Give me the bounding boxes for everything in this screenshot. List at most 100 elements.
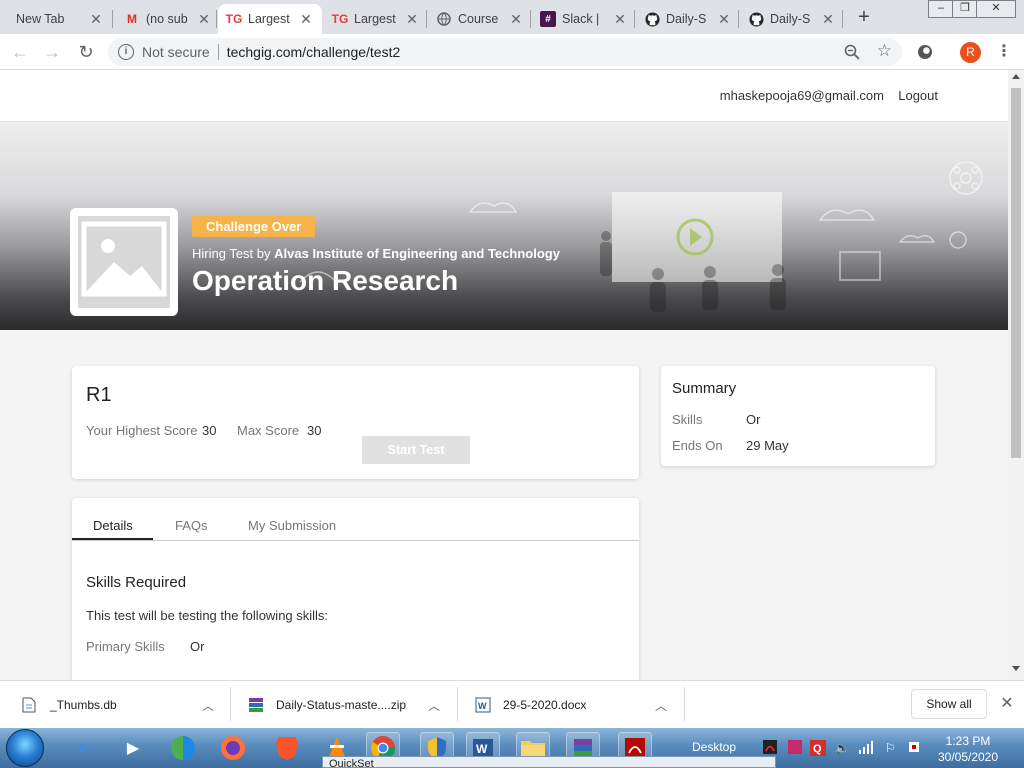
chevron-up-icon[interactable]: ︿: [428, 697, 442, 714]
acrobat-tray-icon[interactable]: [762, 740, 778, 756]
media-player-icon[interactable]: ▶: [116, 732, 150, 764]
word-doc-icon: W: [475, 697, 491, 713]
tab-faqs[interactable]: FAQs: [175, 518, 208, 533]
browser-menu-icon[interactable]: ⋮: [996, 42, 1012, 63]
show-all-button[interactable]: Show all: [911, 689, 987, 719]
system-clock[interactable]: 1:23 PM 30/05/2020: [936, 733, 1000, 765]
zoom-icon[interactable]: [844, 44, 860, 60]
address-bar[interactable]: i Not secure techgig.com/challenge/test2…: [108, 38, 902, 66]
tray-app-icon[interactable]: [787, 740, 803, 756]
skills-description: This test will be testing the following …: [86, 608, 329, 623]
tab-gmail[interactable]: M (no sub ✕: [116, 4, 220, 34]
bookmark-star-icon[interactable]: ☆: [877, 41, 892, 61]
organizer-name[interactable]: Alvas Institute of Engineering and Techn…: [274, 246, 560, 261]
close-icon[interactable]: ✕: [404, 11, 420, 28]
summary-title: Summary: [672, 380, 737, 397]
network-icon[interactable]: [858, 740, 874, 756]
sphere-app-icon[interactable]: [166, 732, 200, 764]
globe-icon: [436, 11, 452, 27]
ends-on-label: Ends On: [672, 438, 723, 453]
close-icon[interactable]: ✕: [820, 11, 836, 28]
download-filename: _Thumbs.db: [50, 698, 117, 712]
hiring-by: Hiring Test by Alvas Institute of Engine…: [192, 246, 560, 261]
quick-heal-icon[interactable]: Q: [810, 740, 826, 756]
tab-course[interactable]: Course ✕: [428, 4, 532, 34]
tab-techgig-active[interactable]: TG Largest ✕: [218, 4, 322, 34]
desktop-toolbar-label[interactable]: Desktop: [692, 740, 736, 754]
scroll-up-icon[interactable]: [1012, 74, 1020, 79]
tab-github-2[interactable]: Daily-S ✕: [740, 4, 844, 34]
action-center-flag-icon[interactable]: ⚐: [882, 740, 898, 756]
page-viewport: mhaskepooja69@gmail.com Logout Challenge…: [0, 70, 1008, 680]
chevron-up-icon[interactable]: ︿: [202, 697, 216, 714]
download-item[interactable]: _Thumbs.db ︿: [22, 681, 222, 729]
close-icon[interactable]: ✕: [998, 693, 1016, 713]
start-button[interactable]: [6, 729, 44, 767]
logout-link[interactable]: Logout: [898, 88, 938, 103]
github-icon: [644, 11, 660, 27]
round-name: R1: [86, 384, 112, 406]
tab-label: Course: [458, 12, 499, 26]
internet-explorer-icon[interactable]: e: [66, 732, 100, 764]
close-icon[interactable]: ✕: [612, 11, 628, 28]
close-icon[interactable]: ✕: [196, 11, 212, 28]
chevron-up-icon[interactable]: ︿: [655, 697, 669, 714]
volume-icon[interactable]: 🔈: [834, 740, 850, 756]
info-icon[interactable]: i: [118, 44, 134, 60]
firefox-icon[interactable]: [216, 732, 250, 764]
quickset-window[interactable]: QuickSet: [322, 756, 776, 768]
scroll-down-icon[interactable]: [1012, 666, 1020, 671]
challenge-banner: Challenge Over Hiring Test by Alvas Inst…: [0, 122, 1008, 330]
device-icon[interactable]: [906, 740, 922, 756]
tab-slack[interactable]: # Slack | ✕: [532, 4, 636, 34]
skills-value: Or: [746, 412, 761, 427]
tab-techgig[interactable]: TG Largest ✕: [324, 4, 428, 34]
close-icon[interactable]: ✕: [508, 11, 524, 28]
brave-icon[interactable]: [270, 732, 304, 764]
download-item[interactable]: W 29-5-2020.docx ︿: [475, 681, 675, 729]
page-scrollbar[interactable]: [1008, 70, 1024, 680]
status-badge: Challenge Over: [192, 216, 316, 237]
url-text[interactable]: techgig.com/challenge/test2: [227, 44, 401, 60]
tab-details[interactable]: Details: [93, 518, 133, 533]
tab-label: (no sub: [146, 12, 188, 26]
skills-required-heading: Skills Required: [86, 574, 187, 591]
tab-github-1[interactable]: Daily-S ✕: [636, 4, 740, 34]
new-tab-button[interactable]: +: [852, 6, 876, 30]
maximize-button[interactable]: ❐: [952, 0, 978, 18]
reload-button[interactable]: ↻: [74, 40, 98, 64]
image-placeholder-icon: [78, 216, 170, 308]
browser-tab-strip: New Tab ✕ M (no sub ✕ TG Largest ✕ TG La…: [0, 0, 1024, 34]
tab-label: Largest: [248, 12, 290, 26]
download-filename: Daily-Status-maste....zip: [276, 698, 407, 712]
svg-text:Q: Q: [813, 743, 822, 755]
close-icon[interactable]: ✕: [298, 11, 314, 28]
tab-label: Largest: [354, 12, 396, 26]
download-filename: 29-5-2020.docx: [503, 698, 587, 712]
max-score-value: 30: [307, 423, 322, 438]
slack-icon: #: [540, 11, 556, 27]
back-button[interactable]: ←: [8, 40, 32, 64]
close-icon[interactable]: ✕: [716, 11, 732, 28]
profile-avatar[interactable]: R: [960, 42, 981, 63]
close-icon[interactable]: ✕: [88, 11, 104, 28]
tab-new-tab[interactable]: New Tab ✕: [8, 4, 112, 34]
user-email[interactable]: mhaskepooja69@gmail.com: [720, 88, 884, 103]
ends-on-value: 29 May: [746, 438, 789, 453]
security-label: Not secure: [142, 44, 210, 60]
extension-icon[interactable]: [918, 45, 932, 59]
hiring-prefix: Hiring Test by: [192, 246, 271, 261]
techgig-icon: TG: [225, 12, 243, 26]
window-close-button[interactable]: ✕: [976, 0, 1016, 18]
scrollbar-thumb[interactable]: [1011, 88, 1021, 458]
download-item[interactable]: Daily-Status-maste....zip ︿: [248, 681, 448, 729]
forward-button[interactable]: →: [40, 40, 64, 64]
svg-text:W: W: [476, 742, 488, 756]
gmail-icon: M: [127, 12, 137, 26]
highest-score-label: Your Highest Score: [86, 423, 198, 438]
tab-my-submission[interactable]: My Submission: [248, 518, 336, 533]
details-tabs: Details FAQs My Submission: [72, 514, 639, 541]
round-card: R1 Your Highest Score 30 Max Score 30 St…: [72, 366, 639, 479]
minimize-button[interactable]: –: [928, 0, 954, 18]
start-test-button[interactable]: Start Test: [362, 436, 470, 464]
